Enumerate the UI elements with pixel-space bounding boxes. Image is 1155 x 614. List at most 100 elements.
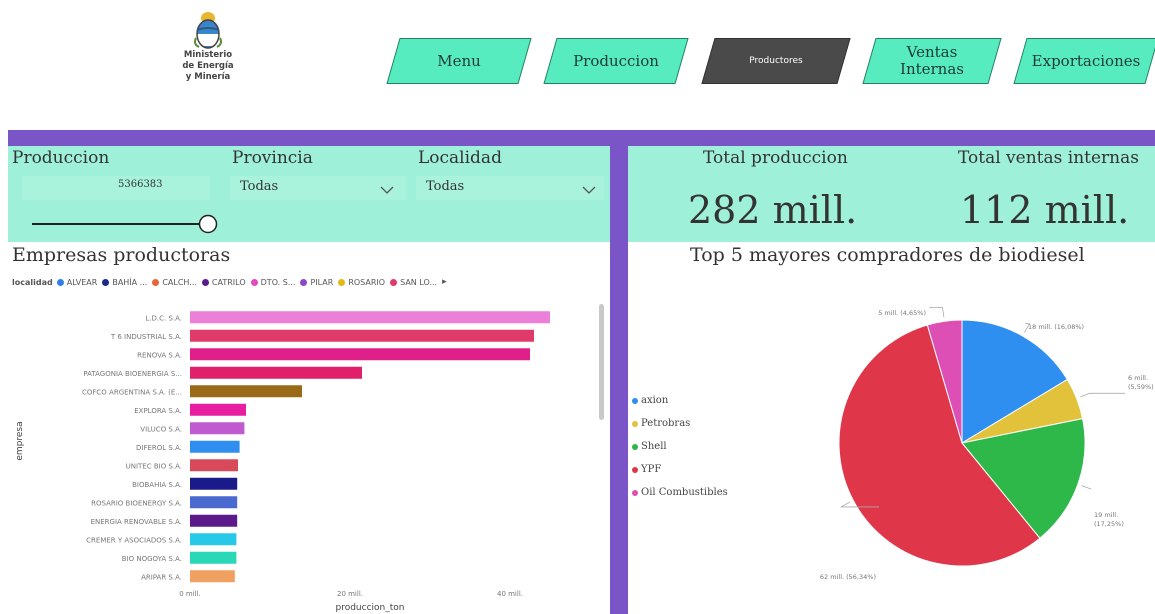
localidad-filter-label: Localidad (418, 148, 502, 168)
legend-label: ALVEAR (66, 277, 98, 287)
slider-handle[interactable] (198, 214, 218, 234)
bar-chart-title: Empresas productoras (12, 244, 231, 266)
bar[interactable] (190, 496, 238, 509)
legend-dot-icon (300, 278, 308, 286)
nav-menu-button[interactable]: Menu (386, 38, 532, 84)
nav-produccion-label: Produccion (573, 51, 659, 70)
bar[interactable] (190, 366, 362, 379)
bar[interactable] (190, 311, 550, 324)
produccion-range-slider[interactable] (30, 214, 226, 234)
filter-panel: Produccion 5366383 Provincia Todas Local… (8, 146, 610, 242)
legend-label: BAHÍA ... (112, 277, 148, 287)
legend-item[interactable]: DTO. S... (250, 277, 296, 287)
legend-item[interactable]: ALVEAR (56, 277, 98, 287)
produccion-filter-label: Produccion (12, 148, 110, 168)
bar[interactable] (190, 514, 238, 527)
x-axis-label: produccion_ton (336, 603, 405, 613)
kpi-panel: Total produccion 282 mill. Total ventas … (628, 146, 1155, 242)
ministerio-logo: Ministerio de Energía y Minería (168, 8, 248, 83)
bar[interactable] (190, 533, 237, 546)
total-produccion-label: Total produccion (703, 148, 848, 168)
chevron-down-icon (380, 186, 394, 194)
legend-label: SAN LO... (400, 277, 438, 287)
produccion-value: 5366383 (118, 179, 163, 190)
bar[interactable] (190, 477, 238, 490)
bar-category-label: BIOBAHIA S.A. (132, 481, 182, 489)
pie-data-label: 5 mill. (4,65%) (878, 309, 926, 317)
legend-dot-icon (390, 278, 398, 286)
pie-leader-line (1081, 485, 1092, 490)
pie-data-label: 6 mill. (5,59%) (1128, 374, 1154, 391)
legend-dot-icon (56, 278, 64, 286)
nav-produccion-button[interactable]: Produccion (543, 38, 689, 84)
legend-dot-icon (201, 278, 209, 286)
bar-category-label: ROSARIO BIOENERGY S.A. (91, 499, 182, 507)
produccion-value-box[interactable]: 5366383 (22, 176, 210, 200)
x-tick-label: 0 mill. (179, 590, 201, 598)
bar-category-label: ARIPAR S.A. (141, 573, 182, 581)
logo-line-2: de Energía (182, 61, 234, 71)
legend-item[interactable]: CALCH... (152, 278, 197, 287)
legend-label: ROSARIO (348, 277, 386, 287)
bar-category-label: RENOVA S.A. (137, 351, 182, 359)
bar[interactable] (190, 570, 235, 583)
legend-dot-icon (102, 278, 110, 286)
pie-leader-line (929, 306, 945, 318)
bar-category-label: UNITEC BIO S.A. (126, 462, 182, 470)
bar[interactable] (190, 329, 534, 342)
bar-category-label: VILUCO S.A. (140, 425, 182, 433)
total-ventas-value: 112 mill. (960, 188, 1130, 232)
pie-data-label: 18 mill. (16,08%) (1028, 323, 1084, 331)
legend-item[interactable]: BAHÍA ... (102, 278, 147, 287)
legend-item[interactable]: PILAR (300, 278, 333, 287)
provincia-value: Todas (240, 179, 279, 194)
bar[interactable] (190, 551, 237, 564)
logo-line-3: y Minería (185, 72, 231, 82)
bar-category-label: L.D.C. S.A. (145, 314, 182, 322)
legend-item[interactable]: ROSARIO (338, 278, 385, 287)
bar[interactable] (190, 403, 246, 416)
nav-menu-label: Menu (437, 51, 481, 70)
bar-category-label: CREMER Y ASOCIADOS S.A. (86, 536, 182, 544)
legend-label: DTO. S... (260, 277, 296, 287)
legend-item[interactable]: SAN LO... (390, 278, 437, 287)
bar-chart: L.D.C. S.A. T 6 INDUSTRIAL S.A. RENOVA S.A… (15, 311, 550, 613)
x-tick-label: 20 mill. (337, 590, 363, 598)
localidad-dropdown[interactable]: Todas (416, 176, 604, 200)
coat-of-arms-icon (194, 12, 222, 49)
bar-category-label: COFCO ARGENTINA S.A. (E... (82, 388, 182, 396)
bar[interactable] (190, 440, 240, 453)
logo-line-1: Ministerio (183, 50, 233, 60)
legend-dot-icon (152, 278, 160, 286)
nav-productores-label: Productores (749, 55, 803, 66)
bar-category-label: EXPLORA S.A. (134, 407, 182, 415)
provincia-dropdown[interactable]: Todas (230, 176, 406, 200)
vertical-divider-bar (610, 146, 628, 614)
legend-item[interactable]: CATRILO (201, 278, 246, 287)
provincia-filter-label: Provincia (232, 148, 313, 168)
y-axis-label: empresa (15, 421, 25, 460)
legend-next-arrow-icon[interactable]: ▸ (442, 277, 447, 287)
nav-ventas-internas-label: Ventas Internas (900, 43, 964, 78)
nav-exportaciones-label: Exportaciones (1031, 51, 1141, 70)
pie-data-label: 19 mill. (17,25%) (1094, 511, 1124, 528)
bar-category-label: PATAGONIA BIOENERGIA S... (83, 370, 182, 378)
pie-chart: 18 mill. (16,08%) 6 mill. (5,59%) 19 mill.(… (820, 306, 1154, 581)
bar[interactable] (190, 385, 302, 398)
bar[interactable] (190, 459, 238, 472)
bar[interactable] (190, 348, 530, 361)
pie-chart-title: Top 5 mayores compradores de biodiesel (690, 244, 1085, 266)
legend-dot-icon (250, 278, 258, 286)
legend-label: PILAR (310, 277, 334, 287)
nav-productores-button[interactable]: Productores (701, 38, 851, 84)
nav-exportaciones-button[interactable]: Exportaciones (1013, 38, 1155, 84)
bar[interactable] (190, 422, 245, 435)
bar-category-label: BIO NOGOYA S.A. (122, 555, 182, 563)
pie-data-label: 62 mill. (56,34%) (820, 573, 876, 581)
header-divider-bar (8, 130, 1155, 146)
dashboard: Ministerio de Energía y Minería Menu Pro… (0, 0, 1155, 614)
nav-ventas-internas-button[interactable]: Ventas Internas (862, 38, 1002, 84)
bar-chart-scrollbar[interactable] (599, 304, 604, 420)
total-ventas-label: Total ventas internas (958, 148, 1139, 168)
legend-title: localidad (12, 277, 53, 287)
